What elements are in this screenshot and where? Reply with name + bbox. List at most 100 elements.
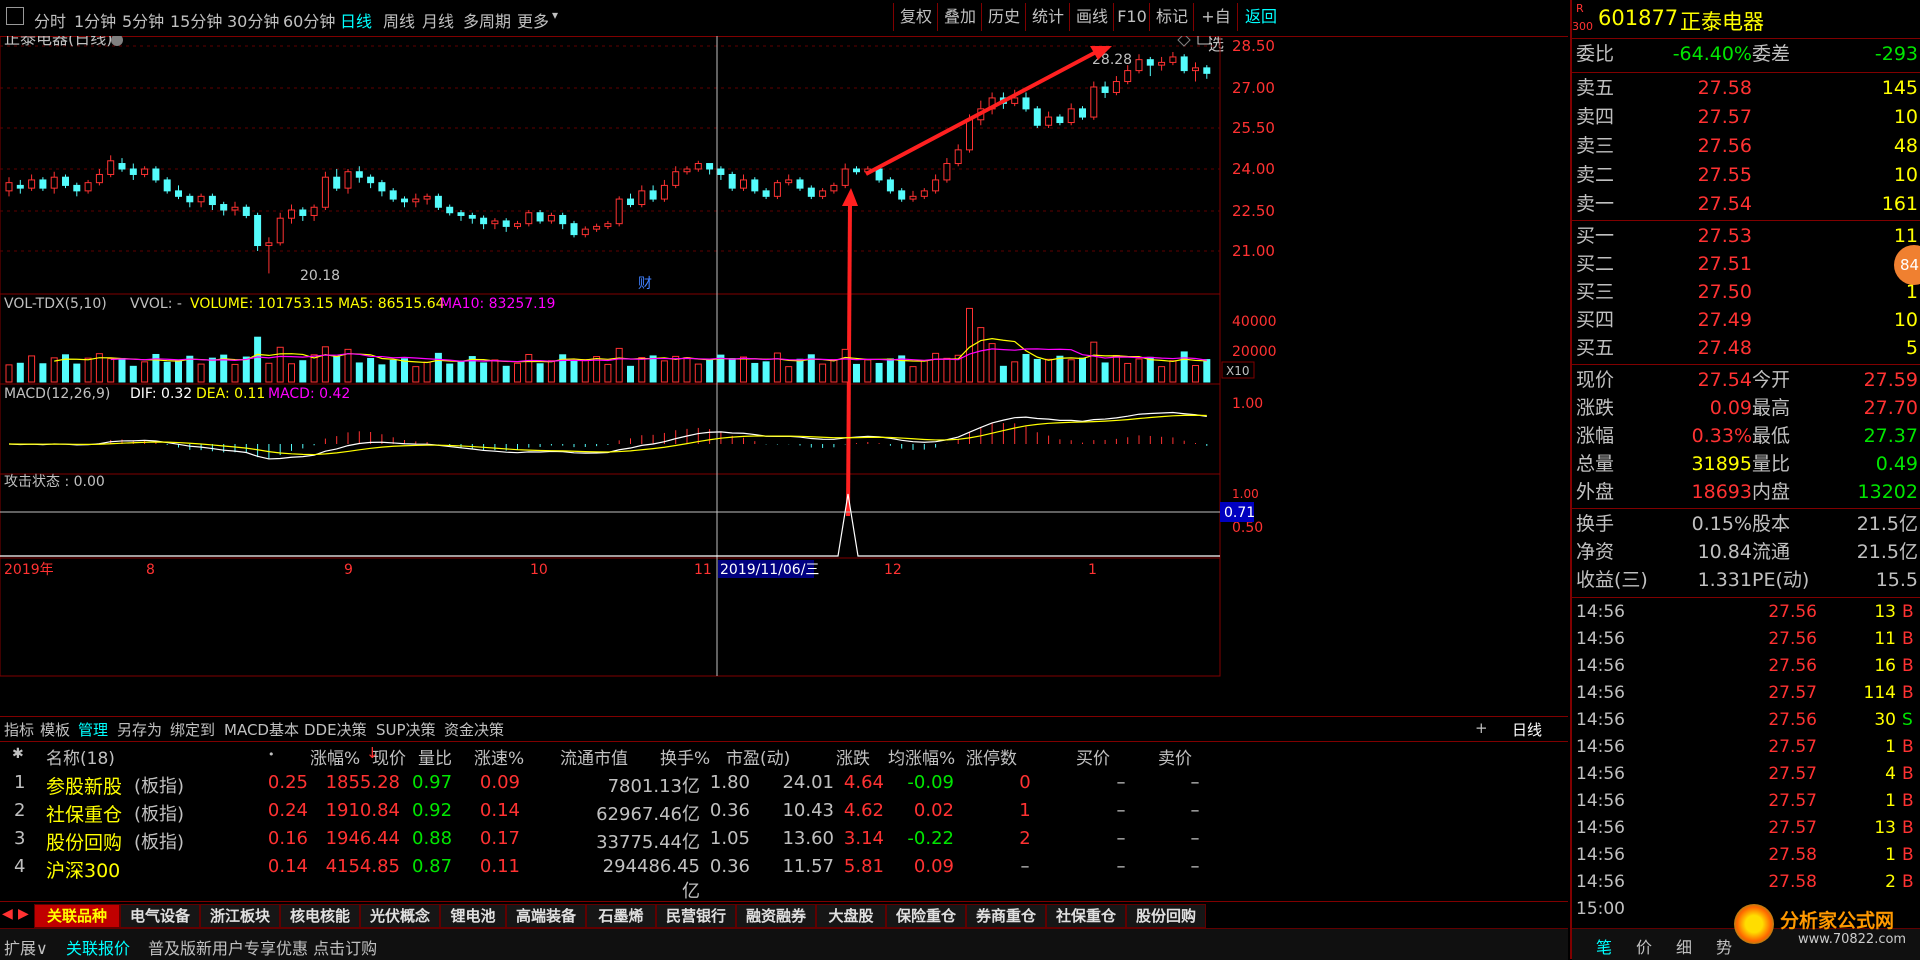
table-row[interactable]: 1 参股新股 (板指) 0.25 1855.28 0.97 0.09 7801.13亿 1.80… [0,770,1568,798]
tool-tab-3[interactable]: 另存为 [117,719,162,740]
financial-report-marker[interactable]: 财 [638,276,652,292]
col-header-8[interactable]: 市盈(动) [726,744,790,769]
period-2[interactable]: 5分钟 [122,8,164,32]
sector-tab-10[interactable]: 大盘股 [816,904,886,928]
toolbar-button-7[interactable]: +自选 [1193,3,1238,54]
window-menu-icon[interactable] [6,7,24,25]
toolbar-button-2[interactable]: 历史 [981,3,1026,31]
col-header-6[interactable]: 流通市值 [560,744,628,769]
sector-tab-9[interactable]: 融资融券 [736,904,816,928]
row-expand-icon[interactable]: ✱ [12,746,24,762]
toolbar-button-8[interactable]: 返回 [1237,3,1284,31]
kline-chart[interactable]: 28.50 27.00 25.50 24.00 22.50 21.00 正泰电器(日线) 20… [0,29,1568,716]
period-10[interactable]: 更多 [517,8,549,32]
toolbar-button-5[interactable]: F10 [1113,3,1150,31]
period-3[interactable]: 15分钟 [170,8,222,32]
col-header-10[interactable]: 均涨幅% [888,744,955,769]
related-quote-link[interactable]: 关联报价 [66,935,130,959]
sector-tab-3[interactable]: 核电核能 [280,904,360,928]
sells-level[interactable]: 卖五 27.58 145 [1572,74,1920,102]
tool-tab-8[interactable]: 资金决策 [444,719,504,740]
sector-tab-14[interactable]: 股份回购 [1126,904,1206,928]
buys-level[interactable]: 买一 27.53 11 [1572,222,1920,250]
period-4[interactable]: 30分钟 [227,8,279,32]
more-chevron-icon[interactable]: ▾ [552,8,558,22]
tool-tab-2[interactable]: 管理 [78,719,108,740]
detail-tab-0[interactable]: 笔 [1586,934,1622,958]
table-row[interactable]: 3 股份回购 (板指) 0.16 1946.44 0.88 0.17 33775.44亿 1.0… [0,826,1568,854]
tool-tab-6[interactable]: DDE决策 [304,719,367,740]
cell-lb: 0.92 [412,800,453,821]
table-row[interactable]: 2 社保重仓 (板指) 0.24 1910.84 0.92 0.14 62967.46亿 0.3… [0,798,1568,826]
col-header-12[interactable]: 买价 [1076,744,1110,769]
promo-link[interactable]: 普及版新用户专享优惠 点击订购 [148,935,377,959]
col-header-1[interactable]: • [268,748,275,761]
period-8[interactable]: 月线 [422,8,454,32]
toolbar-button-3[interactable]: 统计 [1025,3,1070,31]
tool-tab-0[interactable]: 指标 [4,719,34,740]
buys-level[interactable]: 买三 27.50 1 [1572,278,1920,306]
candle-body [1158,61,1166,66]
table-row[interactable]: 4 沪深300 0.14 4154.85 0.87 0.11 294486.45亿 0.36 1… [0,854,1568,902]
sells-level[interactable]: 卖一 27.54 161 [1572,190,1920,218]
sector-tab-4[interactable]: 光伏概念 [360,904,440,928]
sells-level[interactable]: 卖三 27.56 48 [1572,132,1920,160]
col-header-9[interactable]: 涨跌 [836,744,870,769]
col-header-0[interactable]: 名称(18) [46,744,115,769]
sells-level[interactable]: 卖二 27.55 10 [1572,161,1920,189]
sector-tab-8[interactable]: 民营银行 [656,904,736,928]
detail-tab-2[interactable]: 细 [1666,934,1702,958]
buys-level[interactable]: 买五 27.48 5 [1572,334,1920,362]
cell-spd: 0.17 [479,828,520,849]
chart-menu-icon[interactable] [111,34,123,46]
col-header-13[interactable]: 卖价 [1158,744,1192,769]
col-header-11[interactable]: 涨停数 [966,744,1017,769]
sector-tab-5[interactable]: 锂电池 [440,904,506,928]
period-6[interactable]: 日线 [340,8,372,32]
add-icon[interactable]: + [1475,719,1488,737]
sector-tab-7[interactable]: 石墨烯 [586,904,656,928]
period-1[interactable]: 1分钟 [74,8,116,32]
expand-button[interactable]: 扩展∨ [4,935,48,959]
watermark-url: www.70822.com [1798,932,1907,947]
toolbar-button-6[interactable]: 标记 [1149,3,1194,31]
sector-tab-0[interactable]: 关联品种 [34,904,120,928]
period-0[interactable]: 分时 [34,8,66,32]
toolbar-button-4[interactable]: 画线 [1069,3,1114,31]
col-header-5[interactable]: 涨速% [474,744,524,769]
col-header-7[interactable]: 换手% [660,744,710,769]
chart-maximize-icon[interactable] [1197,31,1211,45]
chart-diamond-icon[interactable] [1177,33,1191,47]
period-7[interactable]: 周线 [383,8,415,32]
kline-chart-area[interactable]: 28.50 27.00 25.50 24.00 22.50 21.00 正泰电器(日线) 20… [0,29,1568,716]
buys-level[interactable]: 买二27.511 [1572,250,1920,278]
minus-icon[interactable]: - [1533,719,1538,737]
candle-body [751,179,759,192]
period-5[interactable]: 60分钟 [283,8,335,32]
tab-scroll-left-icon[interactable]: ◀ [2,906,13,922]
tab-scroll-right-icon[interactable]: ▶ [18,906,29,922]
tool-tab-1[interactable]: 模板 [40,719,70,740]
period-9[interactable]: 多周期 [463,8,511,32]
candle-body [389,190,397,200]
toolbar-button-1[interactable]: 叠加 [937,3,982,31]
col-header-4[interactable]: 量比 [418,744,452,769]
sells-level[interactable]: 卖四 27.57 10 [1572,103,1920,131]
sector-tab-6[interactable]: 高端装备 [506,904,586,928]
sector-tab-11[interactable]: 保险重仓 [886,904,966,928]
detail-tab-1[interactable]: 价 [1626,934,1662,958]
tool-tab-5[interactable]: MACD基本 [224,719,299,740]
volume-bar [5,364,13,383]
candle-body [627,198,634,206]
toolbar-button-0[interactable]: 复权 [893,3,938,31]
sector-tab-1[interactable]: 电气设备 [120,904,200,928]
candle-body [785,179,793,184]
buys-level[interactable]: 买四 27.49 10 [1572,306,1920,334]
col-header-2[interactable]: 涨幅% [310,744,360,769]
sector-tab-13[interactable]: 社保重仓 [1046,904,1126,928]
sector-tab-12[interactable]: 券商重仓 [966,904,1046,928]
date-label: 11 [694,562,712,578]
tool-tab-4[interactable]: 绑定到 [170,719,215,740]
tool-tab-7[interactable]: SUP决策 [376,719,436,740]
sector-tab-2[interactable]: 浙江板块 [200,904,280,928]
